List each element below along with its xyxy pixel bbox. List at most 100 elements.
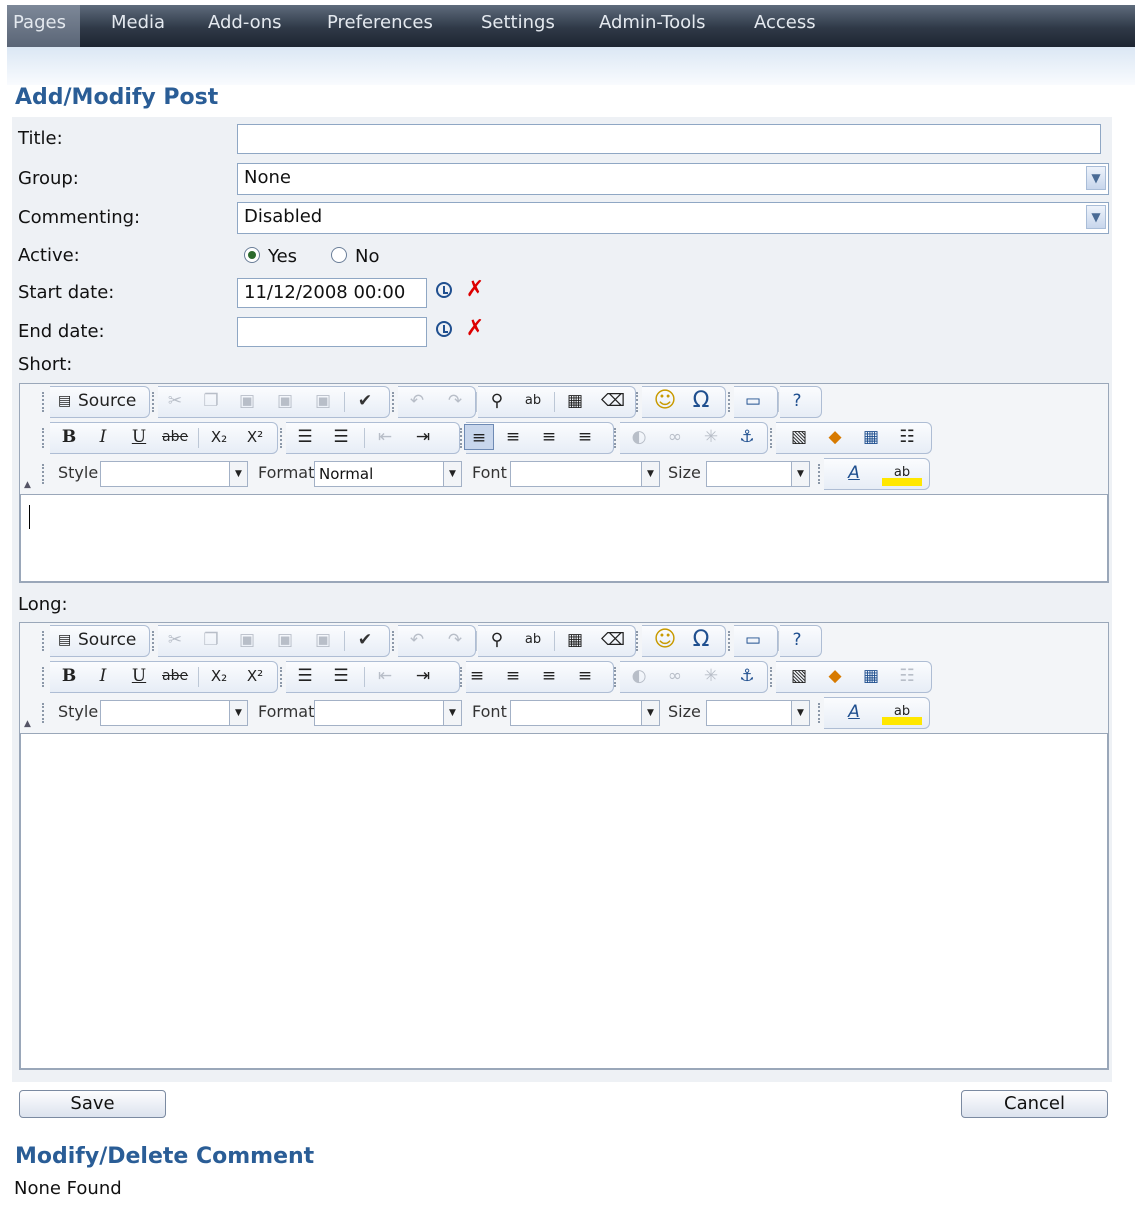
nav-tab-pages[interactable]: Pages — [7, 5, 80, 47]
nav-tab-access[interactable]: Access — [754, 5, 816, 47]
unlink-icon[interactable]: ✳ — [698, 424, 724, 450]
select-all-icon[interactable]: ▦ — [562, 627, 588, 653]
start-date-input[interactable]: 11/12/2008 00:00 — [237, 278, 427, 308]
ordered-list-icon[interactable]: ☰ — [292, 663, 318, 689]
nav-tab-preferences[interactable]: Preferences — [327, 5, 433, 47]
bold-button[interactable]: B — [56, 663, 82, 689]
spellcheck-icon[interactable]: ✔ — [352, 388, 378, 414]
special-char-icon[interactable]: Ω — [688, 627, 714, 653]
replace-icon[interactable]: ab — [520, 627, 546, 653]
radio-unchecked-icon[interactable] — [331, 247, 347, 263]
clock-icon[interactable] — [436, 321, 452, 337]
nav-tab-addons[interactable]: Add-ons — [208, 5, 281, 47]
paste-icon[interactable]: ▣ — [234, 388, 260, 414]
bold-button[interactable]: B — [56, 424, 82, 450]
text-color-button[interactable]: A — [834, 460, 874, 486]
undo-icon[interactable]: ↶ — [404, 388, 430, 414]
align-left-icon[interactable]: ≡ — [464, 424, 494, 450]
style-combo[interactable]: ▼ — [100, 700, 248, 726]
format-combo[interactable]: ▼ — [314, 700, 462, 726]
dropdown-arrow-icon[interactable]: ▼ — [791, 462, 809, 486]
strike-button[interactable]: abe — [162, 663, 188, 689]
long-edit-area[interactable] — [20, 733, 1108, 1069]
source-button[interactable]: Source — [78, 388, 136, 414]
flash-object-icon[interactable]: ◆ — [822, 663, 848, 689]
align-right-icon[interactable]: ≡ — [536, 424, 562, 450]
subscript-button[interactable]: X₂ — [206, 424, 232, 450]
bg-color-button[interactable]: ab — [882, 460, 922, 486]
underline-button[interactable]: U — [126, 663, 152, 689]
title-input[interactable] — [237, 124, 1101, 154]
format-combo[interactable]: Normal ▼ — [314, 461, 462, 487]
find-icon[interactable]: ⚲ — [484, 388, 510, 414]
flash-object-icon[interactable]: ◆ — [822, 424, 848, 450]
underline-button[interactable]: U — [126, 424, 152, 450]
paste-text-icon[interactable]: ▣ — [272, 388, 298, 414]
dropdown-arrow-icon[interactable]: ▼ — [443, 701, 461, 725]
paste-icon[interactable]: ▣ — [234, 627, 260, 653]
clear-date-icon[interactable]: ✗ — [464, 318, 486, 340]
active-no-radio[interactable]: No — [331, 246, 379, 267]
unlink-icon[interactable]: ✳ — [698, 663, 724, 689]
maximize-icon[interactable]: ▭ — [740, 627, 766, 653]
find-icon[interactable]: ⚲ — [484, 627, 510, 653]
justify-icon[interactable]: ≡ — [572, 424, 598, 450]
cut-icon[interactable]: ✂ — [162, 627, 188, 653]
help-icon[interactable]: ? — [784, 388, 810, 414]
radio-checked-icon[interactable] — [244, 247, 260, 263]
nav-tab-settings[interactable]: Settings — [481, 5, 555, 47]
table-icon[interactable]: ▦ — [858, 424, 884, 450]
short-edit-area[interactable] — [20, 494, 1108, 582]
align-left-icon[interactable]: ≡ — [464, 663, 490, 689]
bullet-list-icon[interactable]: ☰ — [328, 663, 354, 689]
nav-tab-admin-tools[interactable]: Admin-Tools — [599, 5, 706, 47]
commenting-select[interactable]: Disabled ▼ — [237, 202, 1109, 234]
help-icon[interactable]: ? — [784, 627, 810, 653]
remove-format-icon[interactable]: ⌫ — [600, 388, 626, 414]
strike-button[interactable]: abe — [162, 424, 188, 450]
copy-icon[interactable]: ❐ — [198, 627, 224, 653]
size-combo[interactable]: ▼ — [706, 461, 810, 487]
redo-icon[interactable]: ↷ — [442, 388, 468, 414]
paste-text-icon[interactable]: ▣ — [272, 627, 298, 653]
superscript-button[interactable]: X² — [242, 663, 268, 689]
link-icon[interactable]: ∞ — [662, 663, 688, 689]
anchor-icon[interactable]: ⚓ — [734, 424, 760, 450]
smiley-icon[interactable]: ☺ — [652, 627, 678, 653]
superscript-button[interactable]: X² — [242, 424, 268, 450]
group-select[interactable]: None ▼ — [237, 163, 1109, 195]
dropdown-arrow-icon[interactable]: ▼ — [641, 701, 659, 725]
outdent-icon[interactable]: ⇤ — [372, 663, 398, 689]
smiley-icon[interactable]: ☺ — [652, 388, 678, 414]
flash-icon[interactable]: ◐ — [626, 424, 652, 450]
justify-icon[interactable]: ≡ — [572, 663, 598, 689]
image-icon[interactable]: ▧ — [786, 663, 812, 689]
subscript-button[interactable]: X₂ — [206, 663, 232, 689]
bg-color-button[interactable]: ab — [882, 699, 922, 725]
font-combo[interactable]: ▼ — [510, 700, 660, 726]
dropdown-arrow-icon[interactable]: ▼ — [229, 462, 247, 486]
save-button[interactable]: Save — [19, 1090, 166, 1118]
image-icon[interactable]: ▧ — [786, 424, 812, 450]
collapse-toolbar-icon[interactable]: ▲ — [24, 480, 31, 490]
replace-icon[interactable]: ab — [520, 388, 546, 414]
size-combo[interactable]: ▼ — [706, 700, 810, 726]
horizontal-rule-icon[interactable]: ☷ — [894, 663, 920, 689]
bullet-list-icon[interactable]: ☰ — [328, 424, 354, 450]
select-all-icon[interactable]: ▦ — [562, 388, 588, 414]
undo-icon[interactable]: ↶ — [404, 627, 430, 653]
paste-word-icon[interactable]: ▣ — [310, 627, 336, 653]
nav-tab-media[interactable]: Media — [111, 5, 165, 47]
clock-icon[interactable] — [436, 282, 452, 298]
dropdown-arrow-icon[interactable]: ▼ — [791, 701, 809, 725]
active-yes-radio[interactable]: Yes — [244, 246, 297, 267]
font-combo[interactable]: ▼ — [510, 461, 660, 487]
ordered-list-icon[interactable]: ☰ — [292, 424, 318, 450]
maximize-icon[interactable]: ▭ — [740, 388, 766, 414]
chevron-down-icon[interactable]: ▼ — [1086, 166, 1106, 190]
anchor-icon[interactable]: ⚓ — [734, 663, 760, 689]
dropdown-arrow-icon[interactable]: ▼ — [641, 462, 659, 486]
copy-icon[interactable]: ❐ — [198, 388, 224, 414]
remove-format-icon[interactable]: ⌫ — [600, 627, 626, 653]
indent-icon[interactable]: ⇥ — [410, 424, 436, 450]
